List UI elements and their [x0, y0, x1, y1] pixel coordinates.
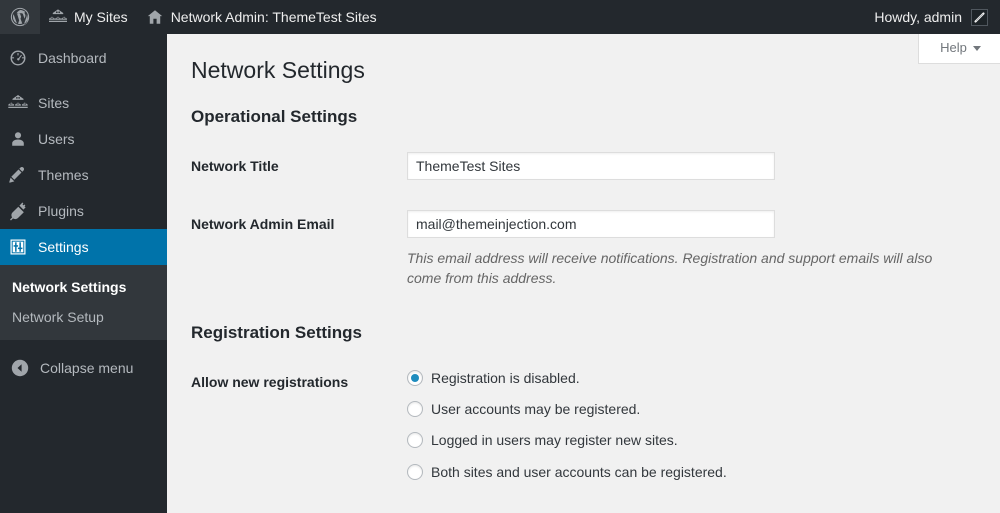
- sidebar-item-label: Plugins: [38, 203, 84, 219]
- page-title: Network Settings: [191, 57, 365, 83]
- my-sites-label: My Sites: [74, 9, 128, 25]
- radio-option-both[interactable]: Both sites and user accounts can be regi…: [407, 462, 990, 482]
- field-label-network-title: Network Title: [191, 158, 279, 174]
- users-person-icon: [8, 129, 28, 149]
- home-icon: [146, 8, 164, 26]
- network-admin-email-description: This email address will receive notifica…: [407, 250, 933, 287]
- sites-network-icon: [8, 93, 28, 113]
- section-title-operational: Operational Settings: [191, 107, 358, 126]
- section-title-registration: Registration Settings: [191, 322, 362, 342]
- sidebar-item-users[interactable]: Users: [0, 121, 167, 157]
- sidebar-item-plugins[interactable]: Plugins: [0, 193, 167, 229]
- main-content: Help Network Settings Operational Settin…: [167, 34, 1000, 513]
- wp-logo-menu-item[interactable]: [0, 0, 40, 34]
- field-cell-network-admin-email: This email address will receive notifica…: [397, 195, 1000, 304]
- field-cell-allow-new-registrations: Registration is disabled. User accounts …: [397, 353, 1000, 497]
- sidebar-separator: [0, 76, 167, 85]
- site-name-label: Network Admin: ThemeTest Sites: [170, 9, 377, 25]
- registration-settings-table: Allow new registrations Registration is …: [167, 353, 1000, 497]
- sidebar-item-settings[interactable]: Settings: [0, 229, 175, 265]
- radio-option-registration-disabled[interactable]: Registration is disabled.: [407, 368, 990, 388]
- field-label-allow-new-registrations: Allow new registrations: [191, 373, 349, 390]
- chevron-down-icon: [972, 45, 981, 51]
- collapse-menu-label: Collapse menu: [40, 360, 134, 376]
- radio-button-registration-disabled[interactable]: [407, 369, 423, 386]
- sidebar-item-network-settings[interactable]: Network Settings: [0, 272, 167, 302]
- field-row-allow-new-registrations: Allow new registrations Registration is …: [167, 353, 1000, 497]
- help-tab-button[interactable]: Help: [918, 34, 1000, 64]
- screen-meta-links: Help: [918, 34, 1000, 64]
- radio-label-both[interactable]: Both sites and user accounts can be regi…: [431, 462, 727, 482]
- site-name-menu-item[interactable]: Network Admin: ThemeTest Sites: [137, 0, 386, 34]
- avatar: [971, 8, 988, 26]
- help-label: Help: [940, 40, 967, 55]
- sidebar-item-label: Themes: [38, 167, 89, 183]
- radio-label-user-accounts[interactable]: User accounts may be registered.: [431, 399, 640, 419]
- my-sites-menu-item[interactable]: My Sites: [40, 0, 137, 34]
- settings-sliders-icon: [8, 237, 28, 257]
- themes-brush-icon: [8, 165, 28, 185]
- sidebar-item-sites[interactable]: Sites: [0, 85, 167, 121]
- sidebar-item-label: Users: [38, 131, 75, 147]
- sidebar-item-label: Sites: [38, 95, 70, 111]
- dashboard-gauge-icon: [8, 48, 28, 68]
- my-sites-icon: [49, 8, 67, 26]
- field-row-network-title: Network Title: [167, 137, 1000, 195]
- radio-option-logged-in-users[interactable]: Logged in users may register new sites.: [407, 430, 990, 450]
- network-title-input[interactable]: [407, 152, 775, 180]
- plugins-plug-icon: [8, 201, 28, 221]
- admin-sidebar: Dashboard Sites Users Themes Plugins Set…: [0, 34, 175, 513]
- radio-button-user-accounts[interactable]: [407, 401, 423, 418]
- howdy-label: Howdy, admin: [874, 9, 962, 25]
- field-row-network-admin-email: Network Admin Email This email address w…: [167, 195, 1000, 304]
- operational-settings-table: Network Title Network Admin Email This e…: [167, 137, 1000, 304]
- radio-label-registration-disabled[interactable]: Registration is disabled.: [431, 368, 580, 388]
- field-cell-network-title: [397, 137, 1000, 195]
- radio-label-logged-in-users[interactable]: Logged in users may register new sites.: [431, 430, 678, 450]
- radio-button-logged-in-users[interactable]: [407, 432, 423, 449]
- radio-button-both[interactable]: [407, 463, 423, 480]
- sidebar-item-label: Settings: [38, 239, 89, 255]
- sidebar-item-dashboard[interactable]: Dashboard: [0, 40, 167, 76]
- network-admin-email-input[interactable]: [407, 210, 775, 239]
- wordpress-logo-icon: [9, 6, 31, 28]
- field-label-network-admin-email: Network Admin Email: [191, 216, 335, 233]
- sidebar-submenu: Network Settings Network Setup: [0, 265, 167, 340]
- radio-option-user-accounts[interactable]: User accounts may be registered.: [407, 399, 990, 419]
- sidebar-item-network-setup[interactable]: Network Setup: [0, 302, 167, 332]
- sidebar-item-label: Dashboard: [38, 50, 107, 66]
- admin-bar: My Sites Network Admin: ThemeTest Sites …: [0, 0, 1000, 34]
- collapse-menu-button[interactable]: Collapse menu: [0, 351, 167, 385]
- sidebar-item-themes[interactable]: Themes: [0, 157, 167, 193]
- my-account-menu-item[interactable]: Howdy, admin: [865, 0, 1000, 34]
- registration-radio-group: Registration is disabled. User accounts …: [407, 368, 990, 482]
- collapse-arrow-left-icon: [10, 358, 30, 378]
